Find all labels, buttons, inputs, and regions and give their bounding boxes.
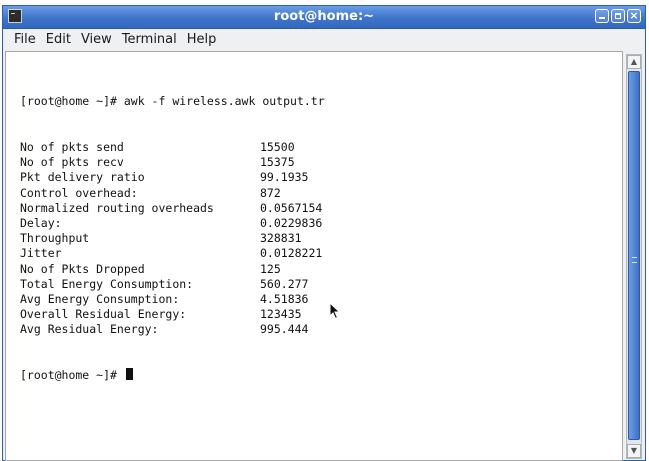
close-icon[interactable]: ×: [627, 9, 641, 23]
metric-value: 4.51836: [260, 291, 309, 306]
window-controls: ×: [595, 9, 641, 23]
metric-value: 328831: [260, 231, 302, 246]
output-row: Total Energy Consumption: 560.277: [20, 277, 325, 292]
output-row: Jitter 0.0128221: [20, 246, 325, 261]
menu-terminal[interactable]: Terminal: [117, 32, 182, 47]
metric-value: 123435: [260, 307, 302, 322]
metric-value: 872: [260, 185, 281, 200]
scrollbar-thumb[interactable]: [628, 71, 640, 440]
output-row: No of pkts send 15500: [20, 140, 325, 155]
output-row: Avg Residual Energy: 995.444: [20, 322, 325, 337]
metric-label: Control overhead:: [20, 185, 138, 200]
terminal-window: root@home:~ × File Edit View Terminal He…: [2, 5, 646, 461]
metric-label: Normalized routing overheads: [20, 200, 214, 215]
prompt-text: [root@home ~]#: [20, 367, 124, 382]
output-row: Overall Residual Energy: 123435: [20, 307, 325, 322]
output-row: No of pkts recv 15375: [20, 155, 325, 170]
scrollbar-grip-icon: [632, 257, 637, 263]
command-line: [root@home ~]# awk -f wireless.awk outpu…: [20, 94, 325, 109]
metric-value: 15375: [260, 155, 295, 170]
metric-label: Pkt delivery ratio: [20, 170, 145, 185]
metric-label: No of Pkts Dropped: [20, 261, 145, 276]
metric-value: 125: [260, 261, 281, 276]
metric-label: Avg Energy Consumption:: [20, 291, 180, 306]
metric-label: Avg Residual Energy:: [20, 322, 159, 337]
terminal-output: [root@home ~]# awk -f wireless.awk outpu…: [20, 64, 325, 413]
prompt-line: [root@home ~]#: [20, 367, 325, 383]
output-row: Pkt delivery ratio 99.1935: [20, 170, 325, 185]
metric-value: 560.277: [260, 276, 309, 291]
menu-view[interactable]: View: [76, 32, 117, 47]
metric-label: Jitter: [20, 246, 62, 261]
menu-file[interactable]: File: [9, 32, 41, 47]
window-title: root@home:~: [273, 9, 375, 24]
scroll-down-arrow-icon[interactable]: ▼: [627, 444, 641, 458]
title-bar[interactable]: root@home:~ ×: [3, 6, 645, 29]
metric-label: Total Energy Consumption:: [20, 276, 194, 291]
output-row: Control overhead: 872: [20, 186, 325, 201]
metric-label: Overall Residual Energy:: [20, 307, 187, 322]
metric-label: Throughput: [20, 231, 90, 246]
metric-label: No of pkts send: [20, 140, 124, 154]
output-row: Throughput 328831: [20, 231, 325, 246]
menu-help[interactable]: Help: [182, 32, 222, 47]
output-row: Delay: 0.0229836: [20, 216, 325, 231]
menu-edit[interactable]: Edit: [41, 32, 76, 47]
minimize-icon[interactable]: [595, 9, 609, 23]
text-cursor: [125, 367, 133, 380]
output-row: Avg Energy Consumption: 4.51836: [20, 292, 325, 307]
metric-value: 0.0567154: [260, 200, 323, 215]
metric-value: 995.444: [260, 322, 309, 337]
metric-value: 0.0128221: [260, 246, 323, 261]
maximize-icon[interactable]: [611, 9, 625, 23]
output-rows: No of pkts send 15500 No of pkts recv 15375…: [20, 140, 325, 337]
terminal-area[interactable]: [root@home ~]# awk -f wireless.awk outpu…: [5, 51, 623, 461]
metric-label: No of pkts recv: [20, 155, 124, 170]
vertical-scrollbar[interactable]: ▲ ▼: [626, 54, 642, 459]
scroll-up-arrow-icon[interactable]: ▲: [627, 55, 641, 69]
metric-value: 15500: [260, 140, 295, 154]
metric-value: 99.1935: [260, 170, 309, 185]
mouse-pointer-icon: [329, 302, 341, 320]
output-row: No of Pkts Dropped 125: [20, 262, 325, 277]
metric-label: Delay:: [20, 215, 62, 230]
output-row: Normalized routing overheads 0.0567154: [20, 201, 325, 216]
metric-value: 0.0229836: [260, 215, 323, 230]
menu-bar: File Edit View Terminal Help: [3, 29, 645, 49]
command-text: [root@home ~]# awk -f wireless.awk outpu…: [20, 94, 325, 109]
